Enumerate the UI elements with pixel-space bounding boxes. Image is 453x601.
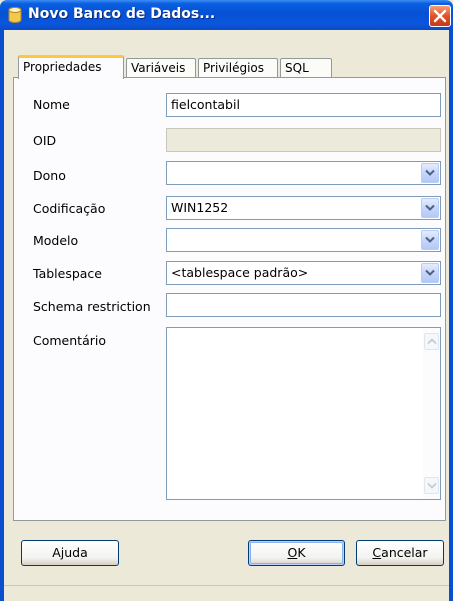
schema-restriction-label: Schema restriction <box>33 299 151 314</box>
chevron-down-icon <box>425 236 435 243</box>
name-label: Nome <box>33 97 70 112</box>
comment-scrollbar[interactable] <box>423 328 440 499</box>
chevron-up-icon <box>427 338 437 345</box>
encoding-value: WIN1252 <box>171 200 229 215</box>
title-bar[interactable]: Novo Banco de Dados... <box>0 0 453 30</box>
encoding-label: Codificação <box>33 201 106 216</box>
comment-label: Comentário <box>33 333 106 348</box>
chevron-down-icon <box>427 482 437 489</box>
window-frame-left <box>0 30 4 601</box>
window-frame-right <box>449 30 453 601</box>
name-input[interactable]: fielcontabil <box>166 93 441 117</box>
owner-dropdown-button[interactable] <box>421 163 439 183</box>
dialog-window: Novo Banco de Dados... Propriedades Vari… <box>0 0 453 601</box>
owner-select[interactable] <box>166 161 441 185</box>
close-button[interactable] <box>429 5 451 27</box>
oid-field <box>166 128 441 152</box>
owner-label: Dono <box>33 168 66 183</box>
cancel-mnemonic: C <box>372 545 382 560</box>
ok-button[interactable]: OK <box>248 540 345 566</box>
scroll-down-button[interactable] <box>424 477 439 494</box>
tab-sql[interactable]: SQL <box>280 58 332 78</box>
oid-label: OID <box>33 133 57 148</box>
scroll-up-button[interactable] <box>424 333 439 350</box>
chevron-down-icon <box>425 269 435 276</box>
tablespace-select[interactable]: <tablespace padrão> <box>166 261 441 285</box>
tablespace-value: <tablespace padrão> <box>171 265 309 280</box>
help-button-label: Ajuda <box>52 545 88 560</box>
tablespace-label: Tablespace <box>33 266 102 281</box>
schema-restriction-input[interactable] <box>166 293 441 317</box>
tab-label: SQL <box>285 61 309 75</box>
tab-label: Variáveis <box>131 61 186 75</box>
chevron-down-icon <box>425 204 435 211</box>
cancel-button[interactable]: Cancelar <box>356 540 444 566</box>
ok-button-label-rest: K <box>297 545 306 560</box>
window-title: Novo Banco de Dados... <box>28 6 216 22</box>
comment-textarea[interactable] <box>166 327 441 500</box>
tab-label: Privilégios <box>203 61 264 75</box>
database-icon <box>8 7 22 23</box>
tab-label: Propriedades <box>23 60 102 74</box>
help-button[interactable]: Ajuda <box>21 540 119 566</box>
tab-variaveis[interactable]: Variáveis <box>126 58 196 78</box>
close-icon <box>433 9 447 23</box>
tablespace-dropdown-button[interactable] <box>421 263 439 283</box>
chevron-down-icon <box>425 169 435 176</box>
status-bar <box>4 585 449 601</box>
ok-mnemonic: O <box>287 545 298 560</box>
tab-privilegios[interactable]: Privilégios <box>198 58 278 78</box>
template-label: Modelo <box>33 233 79 248</box>
encoding-select[interactable]: WIN1252 <box>166 196 441 220</box>
template-dropdown-button[interactable] <box>421 230 439 250</box>
tab-propriedades[interactable]: Propriedades <box>18 55 124 79</box>
encoding-dropdown-button[interactable] <box>421 198 439 218</box>
cancel-button-label-rest: ancelar <box>381 545 428 560</box>
template-select[interactable] <box>166 228 441 252</box>
